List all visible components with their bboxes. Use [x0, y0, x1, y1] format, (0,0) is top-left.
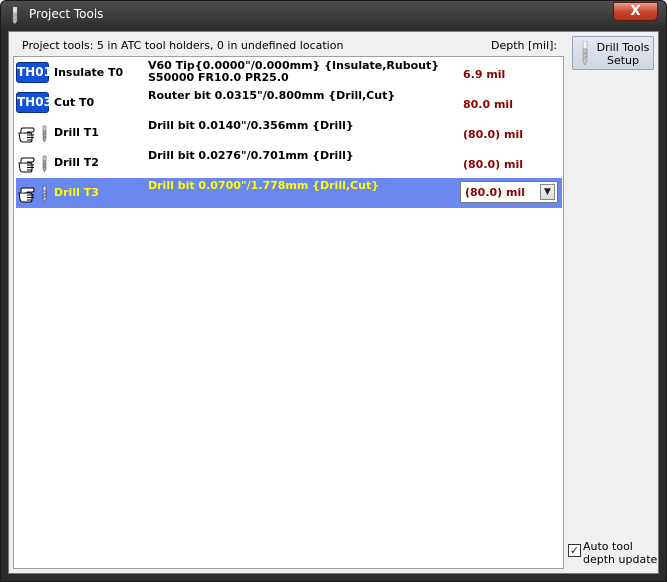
tool-name: Insulate T0 [54, 66, 124, 79]
auto-tool-depth-option[interactable]: ✓ Auto tool depth update [567, 540, 659, 570]
tools-summary: Project tools: 5 in ATC tool holders, 0 … [22, 39, 344, 52]
drill-tools-setup-label: Drill Tools Setup [593, 41, 653, 67]
tool-depth: 80.0 mil [463, 98, 513, 111]
tool-name: Drill T1 [54, 126, 99, 139]
auto-tool-depth-label: Auto tool depth update [583, 540, 658, 566]
title-bar[interactable]: Project Tools X [1, 1, 666, 29]
tool-name: Cut T0 [54, 96, 95, 109]
tool-depth: (80.0) mil [463, 128, 524, 141]
tools-list[interactable]: TH01 Insulate T0 V60 Tip{0.0000"/0.000mm… [13, 56, 564, 569]
tool-name: Drill T2 [54, 156, 99, 169]
button-label-line: Setup [606, 54, 640, 67]
tool-description: V60 Tip{0.0000"/0.000mm} {Insulate,Rubou… [148, 60, 439, 84]
drill-bit-icon [582, 41, 588, 65]
close-button[interactable]: X [613, 2, 658, 21]
tool-depth: (80.0) mil [463, 158, 524, 171]
window-title: Project Tools [29, 7, 104, 21]
tool-row-selected[interactable]: Drill T3 Drill bit 0.0700"/1.778mm {Dril… [16, 178, 562, 208]
client-area: Project tools: 5 in ATC tool holders, 0 … [8, 31, 659, 574]
hand-pointer-drill-icon [18, 125, 47, 143]
button-label-line: Drill Tools [596, 41, 650, 54]
chevron-down-icon[interactable]: ▼ [540, 184, 555, 200]
auto-tool-depth-checkbox[interactable]: ✓ [568, 544, 581, 557]
tool-row[interactable]: Drill T1 Drill bit 0.0140"/0.356mm {Dril… [16, 118, 562, 148]
tool-row[interactable]: TH01 Insulate T0 V60 Tip{0.0000"/0.000mm… [16, 58, 562, 88]
tool-row[interactable]: Drill T2 Drill bit 0.0276"/0.701mm {Dril… [16, 148, 562, 178]
tool-row[interactable]: TH03 Cut T0 Router bit 0.0315"/0.800mm {… [16, 88, 562, 118]
tool-depth: 6.9 mil [463, 68, 506, 81]
tool-holder-badge: TH01 [16, 62, 52, 83]
tool-description: Drill bit 0.0140"/0.356mm {Drill} [148, 119, 354, 132]
tool-description: Drill bit 0.0276"/0.701mm {Drill} [148, 149, 354, 162]
tool-holder-badge: TH03 [16, 92, 52, 113]
hand-pointer-drill-icon [18, 155, 47, 173]
tool-description: Drill bit 0.0700"/1.778mm {Drill,Cut} [148, 179, 380, 192]
drill-bit-icon [12, 7, 18, 24]
tool-description: Router bit 0.0315"/0.800mm {Drill,Cut} [148, 89, 396, 102]
depth-column-header: Depth [mil]: [491, 39, 558, 52]
tool-name: Drill T3 [54, 186, 99, 199]
hand-pointer-drill-icon [18, 185, 47, 203]
project-tools-window: Project Tools X Project tools: 5 in ATC … [0, 0, 667, 582]
depth-dropdown[interactable]: (80.0) mil ▼ [460, 181, 558, 203]
tool-description-line: S50000 FR10.0 PR25.0 [148, 71, 289, 84]
drill-tools-setup-button[interactable]: Drill Tools Setup [572, 36, 654, 70]
depth-dropdown-value: (80.0) mil [465, 186, 526, 199]
